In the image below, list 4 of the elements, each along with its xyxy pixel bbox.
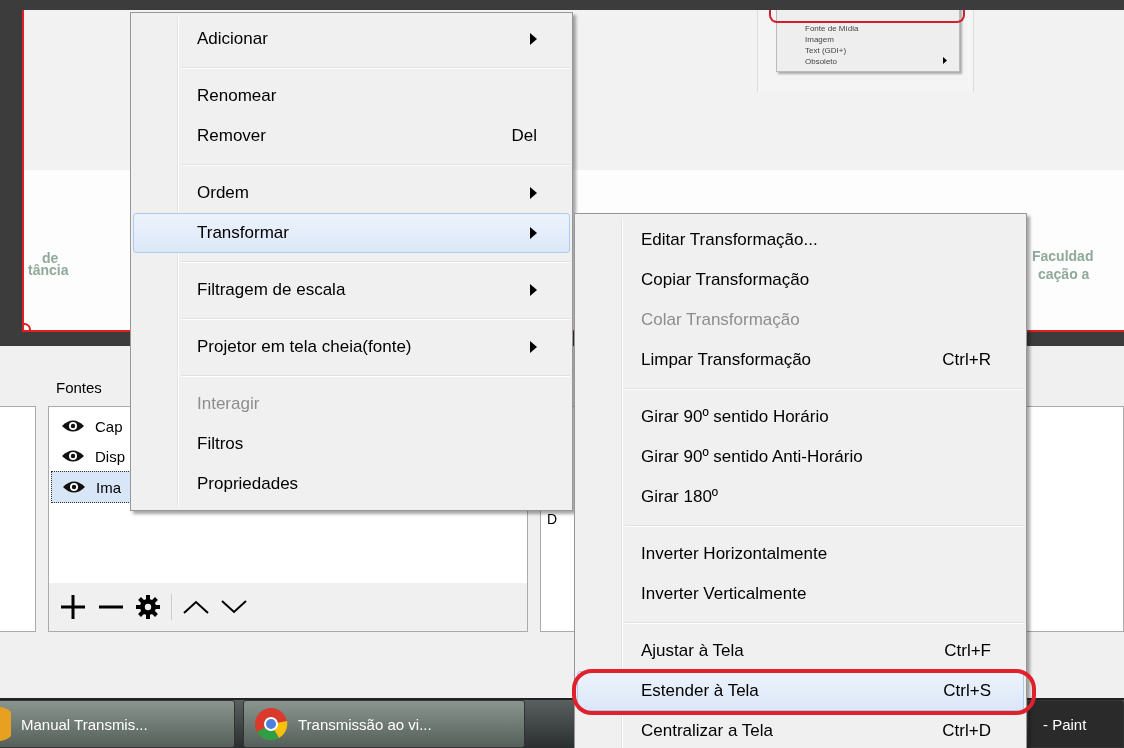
logo-text: cação a: [1038, 266, 1090, 282]
panel-title: Fontes: [55, 379, 102, 398]
panel-label: D: [547, 511, 558, 527]
logo-text: Faculdad: [1032, 248, 1094, 264]
